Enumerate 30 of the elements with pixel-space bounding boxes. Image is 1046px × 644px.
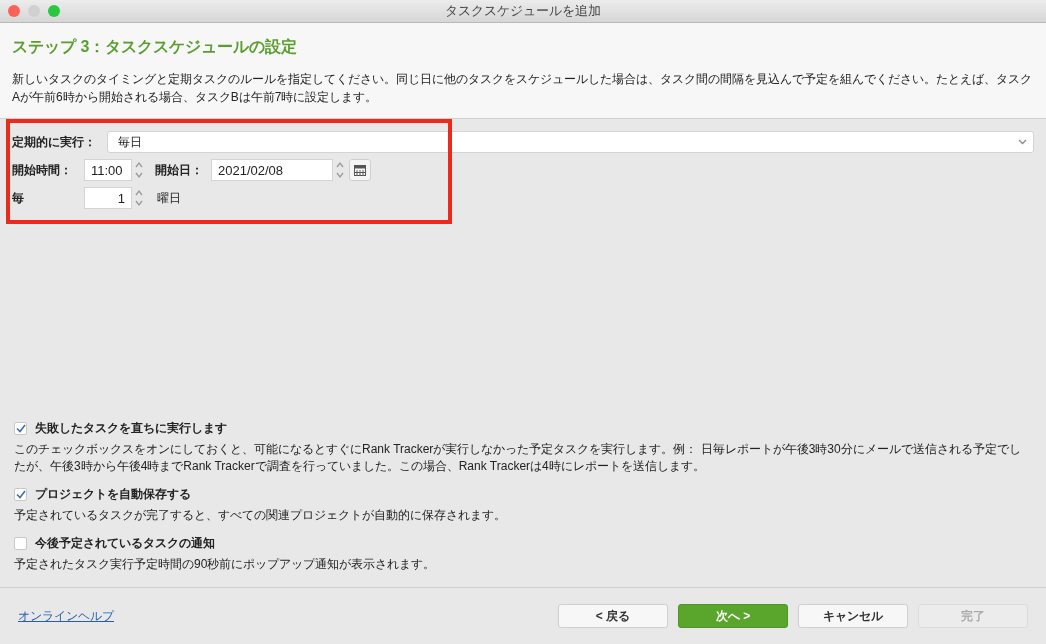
option-description: 予定されたタスク実行予定時間の90秒前にポップアップ通知が表示されます。 bbox=[14, 556, 437, 573]
calendar-button[interactable] bbox=[349, 159, 371, 181]
option-description: このチェックボックスをオンにしておくと、可能になるとすぐにRank Trackerが実行しなかった予定タスクを実行します。例： 日毎レポートが午後3時30分にメールで送信される予定でしたが、午後3時から午後4時までRank Trackerで調査を行っていました。この場合、Rank Trackerは4時にレポートを送信します。 bbox=[14, 441, 1022, 475]
step-description: 新しいタスクのタイミングと定期タスクのルールを指定してください。同じ日に他のタスクをスケジュールした場合は、タスク間の間隔を見込んで予定を組んでください。たとえば、タスクAが午前6時から開始される場合、タスクBは午前7時に設定します。 bbox=[12, 71, 1033, 106]
option-description: 予定されているタスクが完了すると、すべての関連プロジェクトが自動的に保存されます。 bbox=[14, 507, 507, 524]
checkbox[interactable] bbox=[14, 536, 27, 550]
field-label: 定期的に実行： bbox=[12, 133, 97, 151]
checkbox[interactable] bbox=[14, 487, 27, 501]
time-field[interactable]: 11:00 bbox=[84, 159, 132, 181]
field-label: 毎 bbox=[12, 189, 25, 207]
wizard-button[interactable]: < 戻る bbox=[558, 604, 668, 628]
minimize-button[interactable] bbox=[28, 5, 40, 17]
date-field[interactable]: 2021/02/08 bbox=[211, 159, 333, 181]
field-label: 開始日： bbox=[155, 161, 203, 179]
wizard-button[interactable]: キャンセル bbox=[798, 604, 908, 628]
calendar-icon bbox=[354, 164, 366, 176]
unit-label: 曜日 bbox=[157, 189, 181, 207]
field-label: 開始時間： bbox=[12, 161, 73, 179]
interval-field[interactable]: 1 bbox=[84, 187, 132, 209]
option-label: プロジェクトを自動保存する bbox=[35, 485, 191, 503]
checkbox[interactable] bbox=[14, 421, 27, 435]
option-label: 失敗したタスクを直ちに実行します bbox=[35, 419, 227, 437]
option-label: 今後予定されているタスクの通知 bbox=[35, 534, 215, 552]
help-link[interactable]: オンラインヘルプ bbox=[18, 607, 548, 625]
close-button[interactable] bbox=[8, 5, 20, 17]
zoom-button[interactable] bbox=[48, 5, 60, 17]
repeat-dropdown[interactable]: 毎日 bbox=[107, 131, 1034, 153]
window-title: タスクスケジュールを追加 bbox=[445, 2, 601, 20]
step-title: ステップ 3：タスクスケジュールの設定 bbox=[12, 37, 298, 57]
chevron-down-icon bbox=[1018, 139, 1027, 145]
